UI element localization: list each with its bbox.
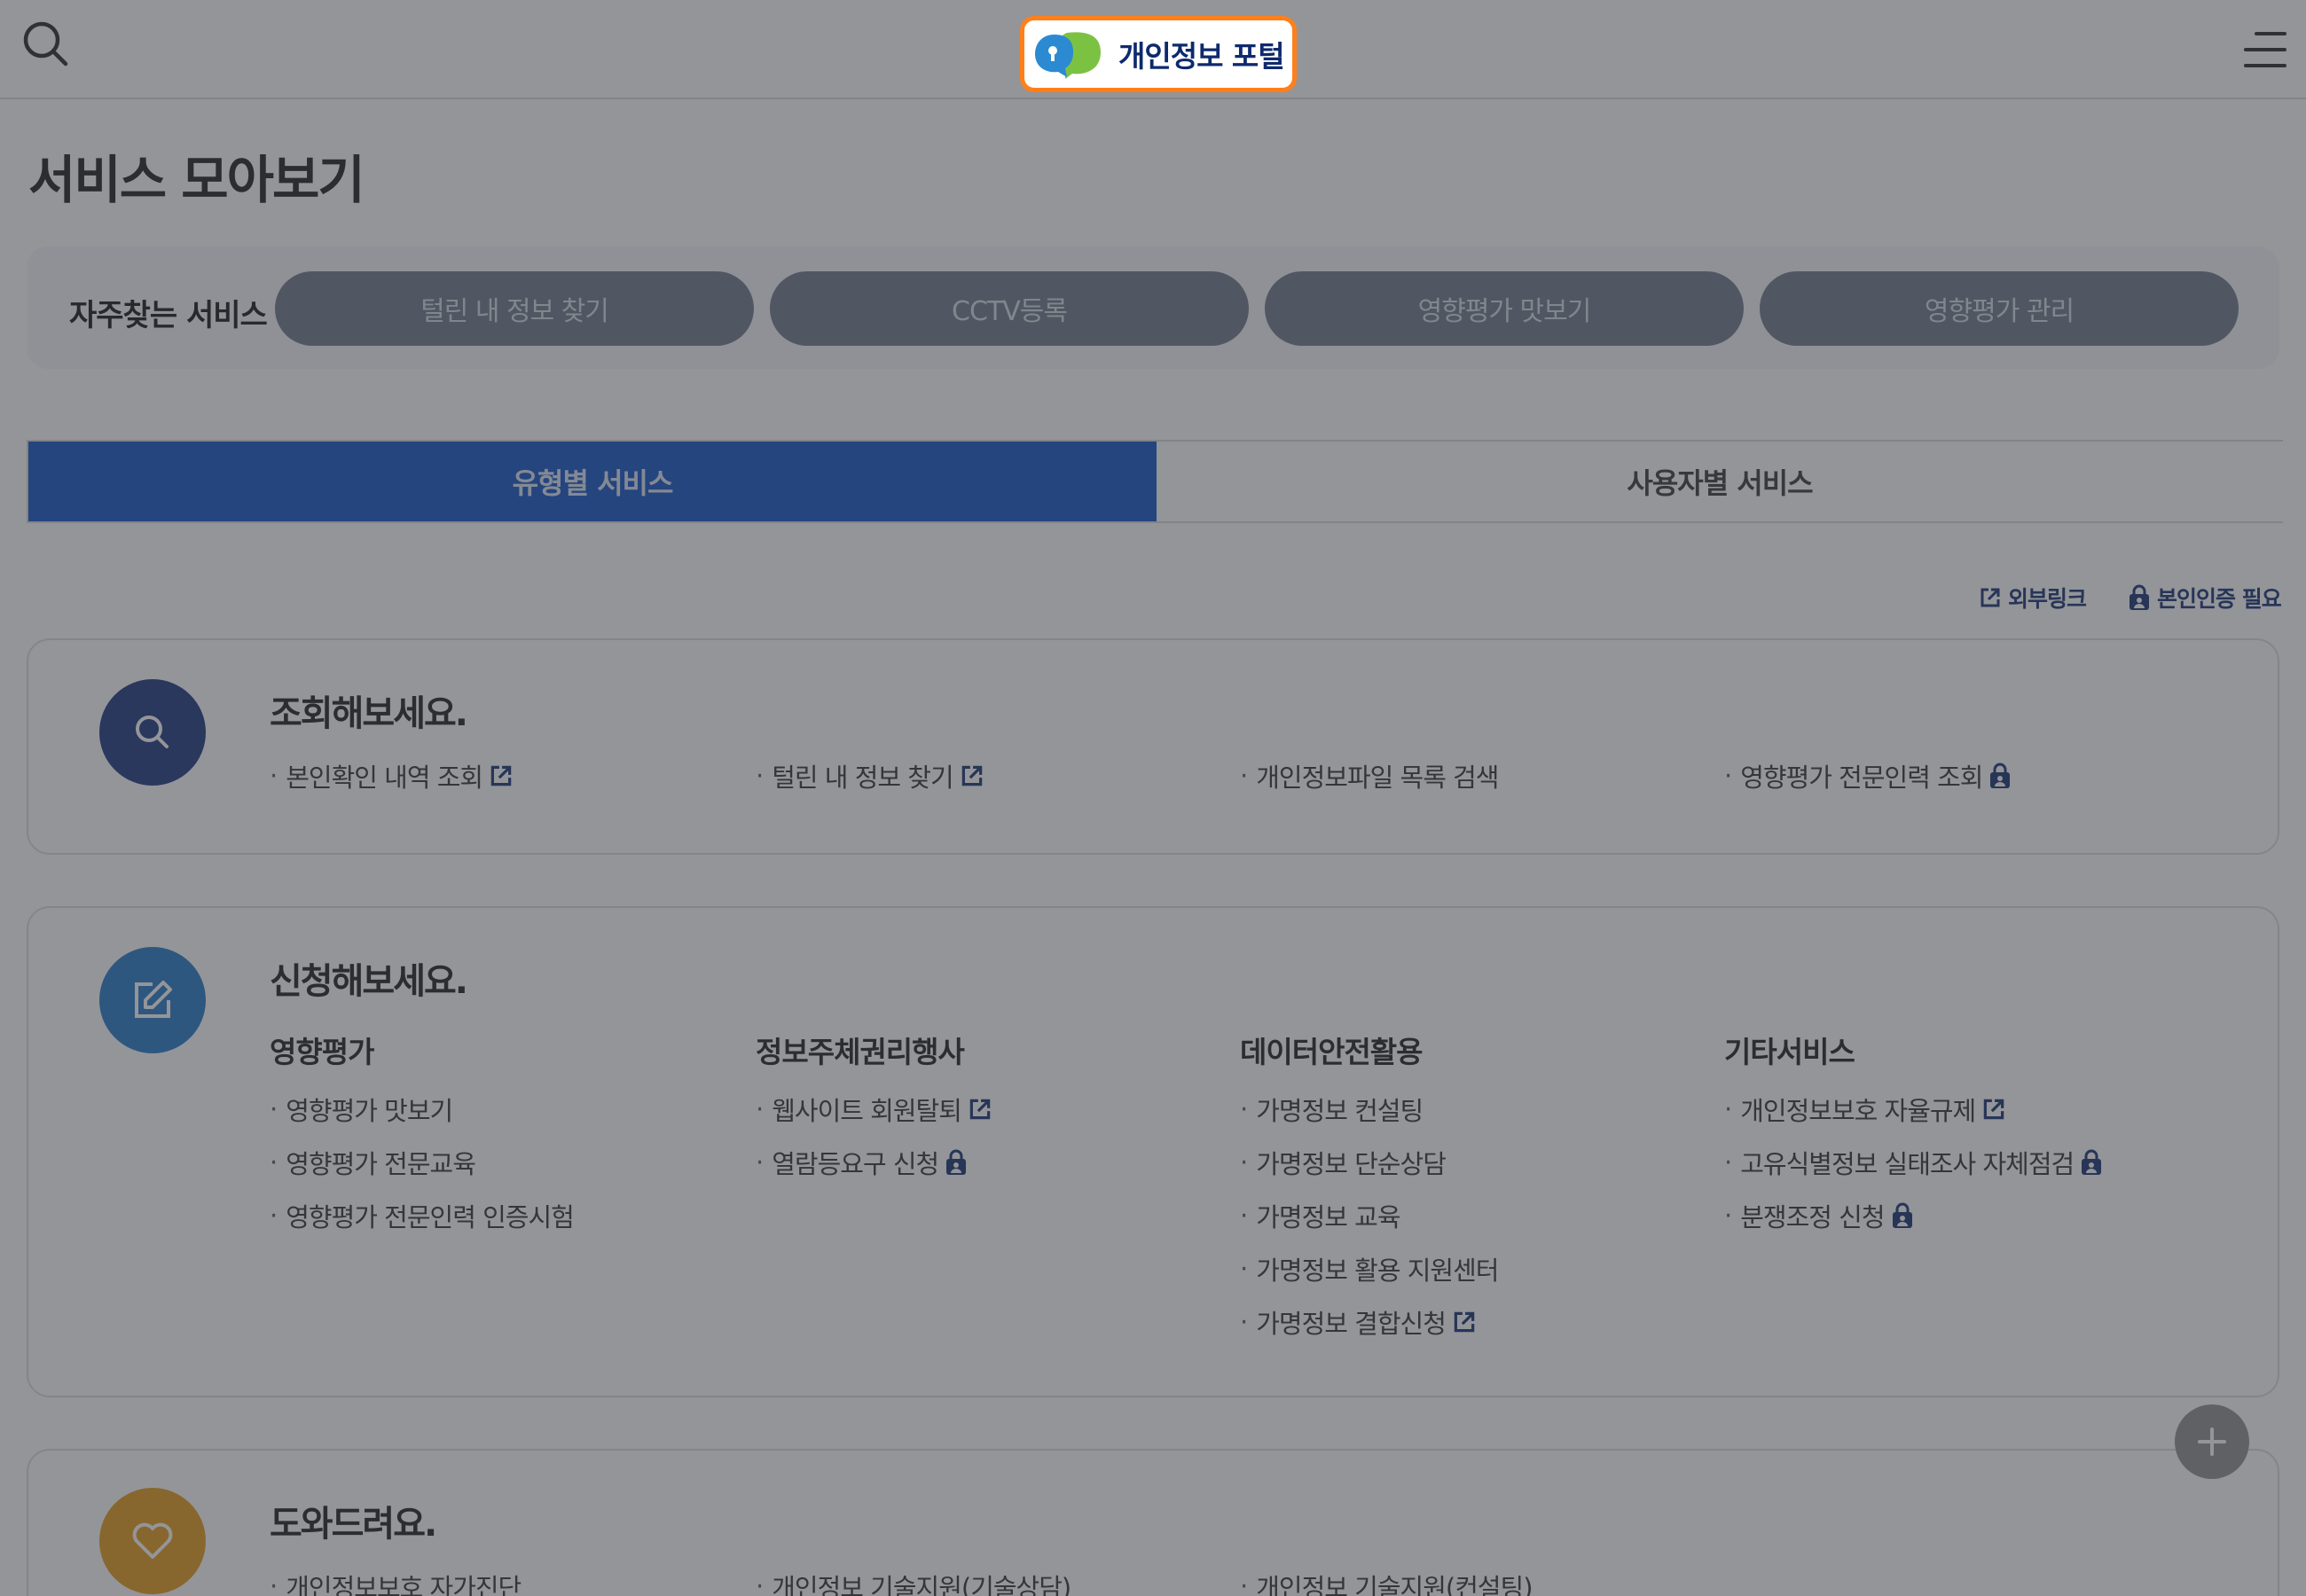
legend-external-link: 외부링크 [1978, 582, 2087, 614]
card-apply: 신청해보세요. 영향평가 · 영향평가 맛보기 · 영향평가 전문교육 · 영향평가 … [27, 906, 2279, 1397]
card-inquire-title: 조회해보세요. [270, 693, 468, 734]
apply-item-website-withdrawal[interactable]: · 웹사이트 회원탈퇴 [756, 1091, 993, 1128]
favorite-services-bar: 자주찾는 서비스 털린 내 정보 찾기 CCTV등록 영향평가 맛보기 영향평가… [27, 246, 2279, 369]
apply-item-pseudo-center[interactable]: · 가명정보 활용 지원센터 [1240, 1250, 1499, 1287]
apply-item-assessment-preview[interactable]: · 영향평가 맛보기 [270, 1091, 453, 1128]
plus-icon [2198, 1428, 2226, 1456]
inquire-item-breached-info[interactable]: · 털린 내 정보 찾기 [756, 757, 985, 794]
external-link-icon [961, 765, 982, 786]
help-item-tech-counsel[interactable]: · 개인정보 기술지원(기술상담) [756, 1568, 1071, 1596]
card-apply-badge [99, 947, 206, 1053]
apply-col-rights-title: 정보주체권리행사 [756, 1035, 965, 1069]
fav-button-assessment-preview[interactable]: 영향평가 맛보기 [1265, 271, 1744, 346]
favorite-services-label: 자주찾는 서비스 [69, 298, 268, 333]
page-title: 서비스 모아보기 [28, 150, 365, 210]
legend-external-link-label: 외부링크 [2008, 586, 2087, 612]
search-icon [23, 21, 68, 66]
external-link-icon [969, 1099, 991, 1120]
apply-item-pseudo-combine[interactable]: · 가명정보 결합신청 [1240, 1303, 1478, 1341]
menu-button[interactable] [2237, 30, 2286, 71]
lock-user-icon [1990, 763, 2011, 788]
apply-col-assessment-title: 영향평가 [270, 1035, 374, 1069]
page: 서비스 모아보기 자주찾는 서비스 털린 내 정보 찾기 CCTV등록 영향평가… [0, 0, 2306, 1596]
external-link-icon [1984, 1099, 2004, 1120]
inquire-item-identity-history[interactable]: · 본인확인 내역 조회 [270, 757, 514, 794]
logo-text: 개인정보 포털 [1118, 39, 1285, 74]
heart-icon [132, 1522, 173, 1559]
search-button[interactable] [21, 20, 78, 76]
card-help-badge [99, 1488, 206, 1594]
help-item-self-diagnosis[interactable]: · 개인정보보호 자가진단 [270, 1568, 522, 1596]
edit-icon [135, 981, 172, 1018]
card-help-title: 도와드려요. [270, 1504, 437, 1545]
apply-item-self-inspection[interactable]: · 고유식별정보 실태조사 자체점검 [1724, 1144, 2104, 1181]
logo-mark-icon [1035, 32, 1101, 79]
lock-user-icon [2082, 1149, 2102, 1175]
apply-item-dispute-mediation[interactable]: · 분쟁조정 신청 [1724, 1197, 1915, 1234]
lock-user-icon [946, 1149, 967, 1175]
fav-button-breached-info[interactable]: 털린 내 정보 찾기 [275, 271, 754, 346]
card-inquire-badge [99, 679, 206, 786]
service-tabs: 유형별 서비스 사용자별 서비스 [27, 440, 2283, 523]
lock-user-icon [1892, 1202, 1912, 1228]
apply-item-assessment-exam[interactable]: · 영향평가 전문인력 인증시험 [270, 1197, 575, 1234]
fav-button-assessment-manage[interactable]: 영향평가 관리 [1760, 271, 2239, 346]
card-help: 도와드려요. · 개인정보보호 자가진단 · 개인정보 기술지원(기술상담) · 개인… [27, 1449, 2279, 1596]
external-link-icon [490, 765, 512, 786]
external-link-icon [1980, 588, 2000, 607]
apply-item-access-request[interactable]: · 열람등요구 신청 [756, 1144, 969, 1181]
search-icon [136, 716, 169, 748]
floating-plus-button[interactable] [2175, 1404, 2249, 1479]
apply-item-self-regulation[interactable]: · 개인정보보호 자율규제 [1724, 1091, 2007, 1128]
apply-item-assessment-education[interactable]: · 영향평가 전문교육 [270, 1144, 476, 1181]
hamburger-menu-icon [2255, 32, 2286, 35]
card-inquire: 조회해보세요. · 본인확인 내역 조회 · 털린 내 정보 찾기 · 개인정보파일 … [27, 638, 2279, 855]
apply-col-other-title: 기타서비스 [1724, 1035, 1855, 1069]
apply-item-pseudo-counsel[interactable]: · 가명정보 단순상담 [1240, 1144, 1447, 1181]
legend-auth-required-label: 본인인증 필요 [2157, 586, 2282, 612]
lock-user-icon [2130, 584, 2149, 610]
fav-button-cctv[interactable]: CCTV등록 [770, 271, 1249, 346]
inquire-item-file-search[interactable]: · 개인정보파일 목록 검색 [1240, 757, 1499, 794]
help-item-tech-consulting[interactable]: · 개인정보 기술지원(컨설팅) [1240, 1568, 1533, 1596]
tab-by-user[interactable]: 사용자별 서비스 [1157, 442, 2283, 521]
card-apply-title: 신청해보세요. [270, 961, 468, 1002]
apply-item-pseudo-consulting[interactable]: · 가명정보 컨설팅 [1240, 1091, 1424, 1128]
apply-col-data-title: 데이터안전활용 [1240, 1035, 1424, 1069]
portal-logo[interactable]: 개인정보 포털 [1020, 16, 1297, 92]
apply-item-pseudo-education[interactable]: · 가명정보 교육 [1240, 1197, 1401, 1234]
legend-auth-required: 본인인증 필요 [2127, 582, 2282, 614]
inquire-item-expert-lookup[interactable]: · 영향평가 전문인력 조회 [1724, 757, 2012, 794]
tab-by-type[interactable]: 유형별 서비스 [28, 442, 1157, 521]
external-link-icon [1454, 1311, 1475, 1333]
